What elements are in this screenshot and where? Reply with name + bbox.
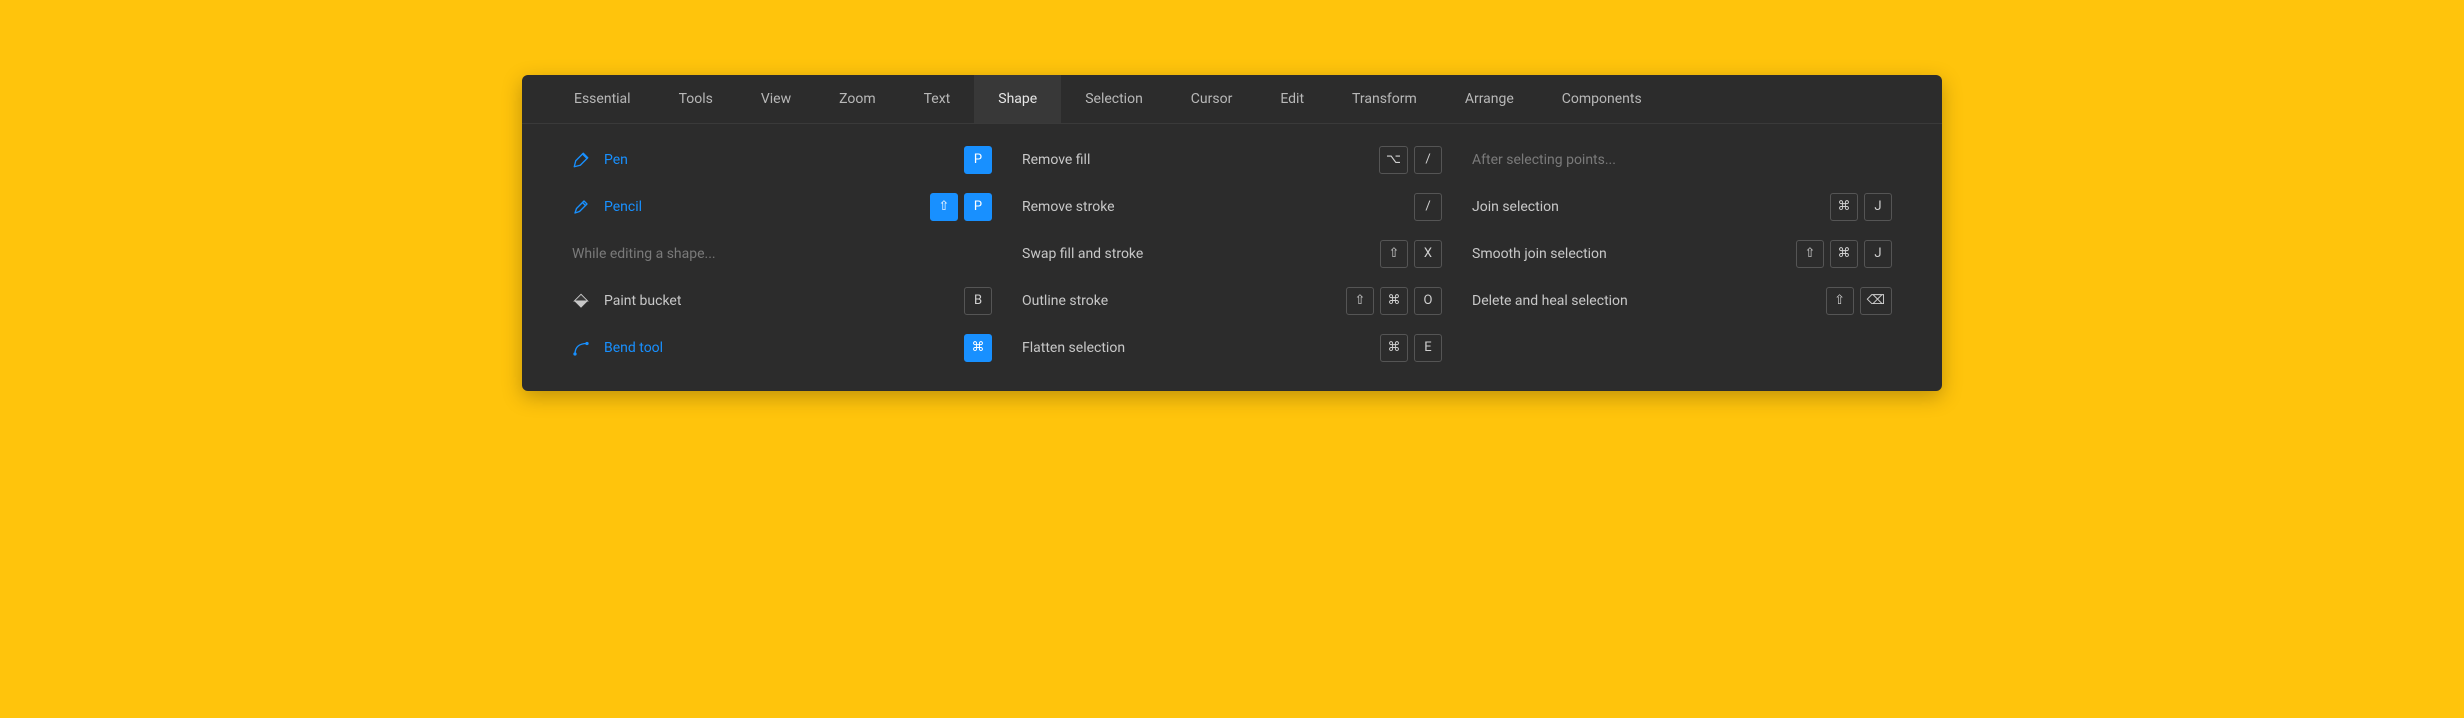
shortcut-keys: ⌥ / [1379, 146, 1442, 174]
tab-view[interactable]: View [737, 75, 815, 123]
section-header-points: After selecting points... [1472, 136, 1892, 183]
shortcut-join-selection[interactable]: Join selection ⌘ J [1472, 183, 1892, 230]
key: X [1414, 240, 1442, 268]
shortcut-keys: ⌘ E [1380, 334, 1442, 362]
key: P [964, 146, 992, 174]
bend-tool-icon [572, 339, 590, 357]
key: E [1414, 334, 1442, 362]
shortcut-keys: ⌘ J [1830, 193, 1892, 221]
column-1: Remove fill ⌥ / Remove stroke / Swap fil… [1022, 136, 1442, 371]
tab-edit[interactable]: Edit [1256, 75, 1328, 123]
shortcuts-panel: Essential Tools View Zoom Text Shape Sel… [522, 75, 1942, 391]
shortcut-smooth-join-selection[interactable]: Smooth join selection ⇧ ⌘ J [1472, 230, 1892, 277]
key: P [964, 193, 992, 221]
column-0: Pen P Pencil ⇧ [572, 136, 992, 371]
shortcut-remove-fill[interactable]: Remove fill ⌥ / [1022, 136, 1442, 183]
shortcut-label: Swap fill and stroke [1022, 246, 1143, 262]
key: O [1414, 287, 1442, 315]
paint-bucket-icon [572, 292, 590, 310]
shortcut-swap-fill-stroke[interactable]: Swap fill and stroke ⇧ X [1022, 230, 1442, 277]
tab-shape[interactable]: Shape [974, 75, 1061, 123]
key: B [964, 287, 992, 315]
shortcut-label: Outline stroke [1022, 293, 1108, 309]
tab-arrange[interactable]: Arrange [1441, 75, 1538, 123]
key-command: ⌘ [964, 334, 992, 362]
shortcut-pencil[interactable]: Pencil ⇧ P [572, 183, 992, 230]
shortcut-label: Bend tool [604, 340, 663, 356]
key: / [1414, 146, 1442, 174]
shortcut-label: Smooth join selection [1472, 246, 1607, 262]
tab-text[interactable]: Text [900, 75, 975, 123]
shortcut-paint-bucket[interactable]: Paint bucket B [572, 277, 992, 324]
shortcut-pen[interactable]: Pen P [572, 136, 992, 183]
shortcut-keys: ⇧ X [1380, 240, 1442, 268]
tab-bar: Essential Tools View Zoom Text Shape Sel… [522, 75, 1942, 124]
key-command: ⌘ [1380, 334, 1408, 362]
key-shift: ⇧ [1346, 287, 1374, 315]
section-header-editing: While editing a shape... [572, 230, 992, 277]
shortcut-label: Flatten selection [1022, 340, 1125, 356]
shortcut-label: Remove fill [1022, 152, 1090, 168]
shortcut-label: Pencil [604, 199, 642, 215]
shortcut-keys: ⇧ ⌘ O [1346, 287, 1442, 315]
tab-tools[interactable]: Tools [655, 75, 737, 123]
key-command: ⌘ [1380, 287, 1408, 315]
key-command: ⌘ [1830, 240, 1858, 268]
shortcut-outline-stroke[interactable]: Outline stroke ⇧ ⌘ O [1022, 277, 1442, 324]
shortcut-keys: ⇧ ⌫ [1826, 287, 1892, 315]
key: J [1864, 240, 1892, 268]
shortcut-remove-stroke[interactable]: Remove stroke / [1022, 183, 1442, 230]
tab-components[interactable]: Components [1538, 75, 1666, 123]
shortcut-keys: P [964, 146, 992, 174]
section-header-label: While editing a shape... [572, 246, 716, 262]
key-command: ⌘ [1830, 193, 1858, 221]
key-shift: ⇧ [1380, 240, 1408, 268]
section-header-label: After selecting points... [1472, 152, 1616, 168]
shortcut-keys: / [1414, 193, 1442, 221]
shortcut-flatten-selection[interactable]: Flatten selection ⌘ E [1022, 324, 1442, 371]
shortcut-label: Remove stroke [1022, 199, 1115, 215]
key: J [1864, 193, 1892, 221]
tab-cursor[interactable]: Cursor [1167, 75, 1257, 123]
shortcut-label: Delete and heal selection [1472, 293, 1628, 309]
shortcut-bend-tool[interactable]: Bend tool ⌘ [572, 324, 992, 371]
shortcut-keys: ⇧ P [930, 193, 992, 221]
shortcuts-content: Pen P Pencil ⇧ [522, 124, 1942, 391]
pen-icon [572, 151, 590, 169]
key-shift: ⇧ [1826, 287, 1854, 315]
key: / [1414, 193, 1442, 221]
key-delete: ⌫ [1860, 287, 1892, 315]
shortcut-label: Join selection [1472, 199, 1559, 215]
column-2: After selecting points... Join selection… [1472, 136, 1892, 371]
tab-zoom[interactable]: Zoom [815, 75, 900, 123]
tab-selection[interactable]: Selection [1061, 75, 1167, 123]
shortcut-label: Pen [604, 152, 628, 168]
tab-transform[interactable]: Transform [1328, 75, 1441, 123]
shortcut-keys: B [964, 287, 992, 315]
key-shift: ⇧ [930, 193, 958, 221]
shortcut-keys: ⌘ [964, 334, 992, 362]
shortcut-delete-heal-selection[interactable]: Delete and heal selection ⇧ ⌫ [1472, 277, 1892, 324]
key-shift: ⇧ [1796, 240, 1824, 268]
key-option: ⌥ [1379, 146, 1408, 174]
tab-essential[interactable]: Essential [550, 75, 655, 123]
shortcut-label: Paint bucket [604, 293, 681, 309]
shortcut-keys: ⇧ ⌘ J [1796, 240, 1892, 268]
pencil-icon [572, 198, 590, 216]
